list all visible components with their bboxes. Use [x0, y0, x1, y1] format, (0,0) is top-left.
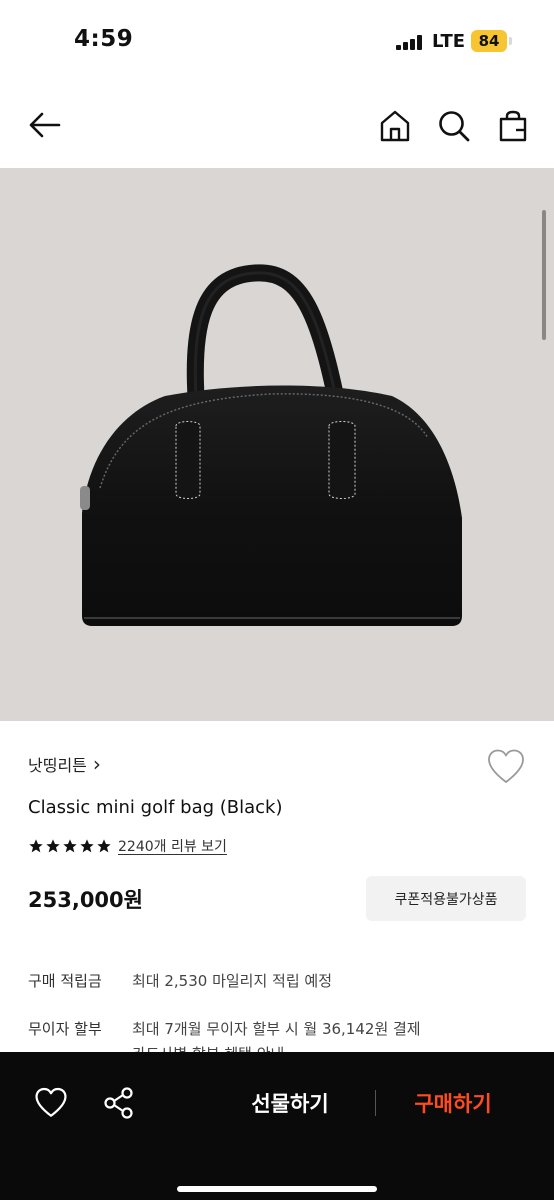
product-image[interactable]	[0, 168, 554, 721]
installment-row: 무이자 할부 최대 7개월 무이자 할부 시 월 36,142원 결제	[28, 1018, 421, 1039]
battery-tip	[509, 37, 512, 45]
network-type: LTE	[432, 31, 466, 52]
heart-icon[interactable]	[486, 747, 526, 787]
heart-icon[interactable]	[31, 1083, 71, 1123]
black-handbag-image	[80, 264, 462, 626]
arrow-left-icon[interactable]	[27, 107, 63, 143]
product-price: 253,000원	[28, 888, 143, 912]
home-indicator[interactable]	[177, 1186, 377, 1192]
signal-icon	[396, 35, 424, 50]
status-time: 4:59	[74, 26, 134, 52]
mileage-row: 구매 적립금 최대 2,530 마일리지 적립 예정	[28, 970, 332, 991]
buy-button[interactable]: 구매하기	[393, 1088, 513, 1118]
share-icon[interactable]	[99, 1083, 139, 1123]
home-icon[interactable]	[377, 108, 413, 144]
search-icon[interactable]	[436, 108, 472, 144]
star-icon	[63, 839, 77, 853]
bottom-action-bar: 선물하기 구매하기	[0, 1052, 554, 1200]
star-icon	[29, 839, 43, 853]
star-icon	[97, 839, 111, 853]
mileage-value: 최대 2,530 마일리지 적립 예정	[132, 972, 333, 990]
gift-button[interactable]: 선물하기	[230, 1088, 350, 1118]
star-rating	[28, 838, 112, 854]
installment-label: 무이자 할부	[28, 1020, 102, 1038]
nav-bar	[0, 84, 554, 168]
review-link[interactable]: 2240개 리뷰 보기	[118, 836, 227, 856]
brand-name: 낫띵리튼	[28, 756, 87, 775]
scroll-indicator[interactable]	[542, 210, 546, 340]
coupon-badge[interactable]: 쿠폰적용불가상품	[366, 876, 526, 921]
status-bar: 4:59 LTE 84	[0, 0, 554, 84]
star-icon	[80, 839, 94, 853]
installment-value: 최대 7개월 무이자 할부 시 월 36,142원 결제	[132, 1020, 421, 1038]
divider	[375, 1090, 376, 1116]
battery-icon: 84	[471, 30, 507, 52]
brand-link[interactable]: 낫띵리튼 ›	[28, 752, 101, 776]
shopping-bag-icon[interactable]	[495, 108, 531, 144]
chevron-right-icon: ›	[92, 752, 101, 776]
star-icon	[46, 839, 60, 853]
rating-row: 2240개 리뷰 보기	[28, 836, 227, 856]
mileage-label: 구매 적립금	[28, 972, 102, 990]
product-name: Classic mini golf bag (Black)	[28, 797, 283, 818]
